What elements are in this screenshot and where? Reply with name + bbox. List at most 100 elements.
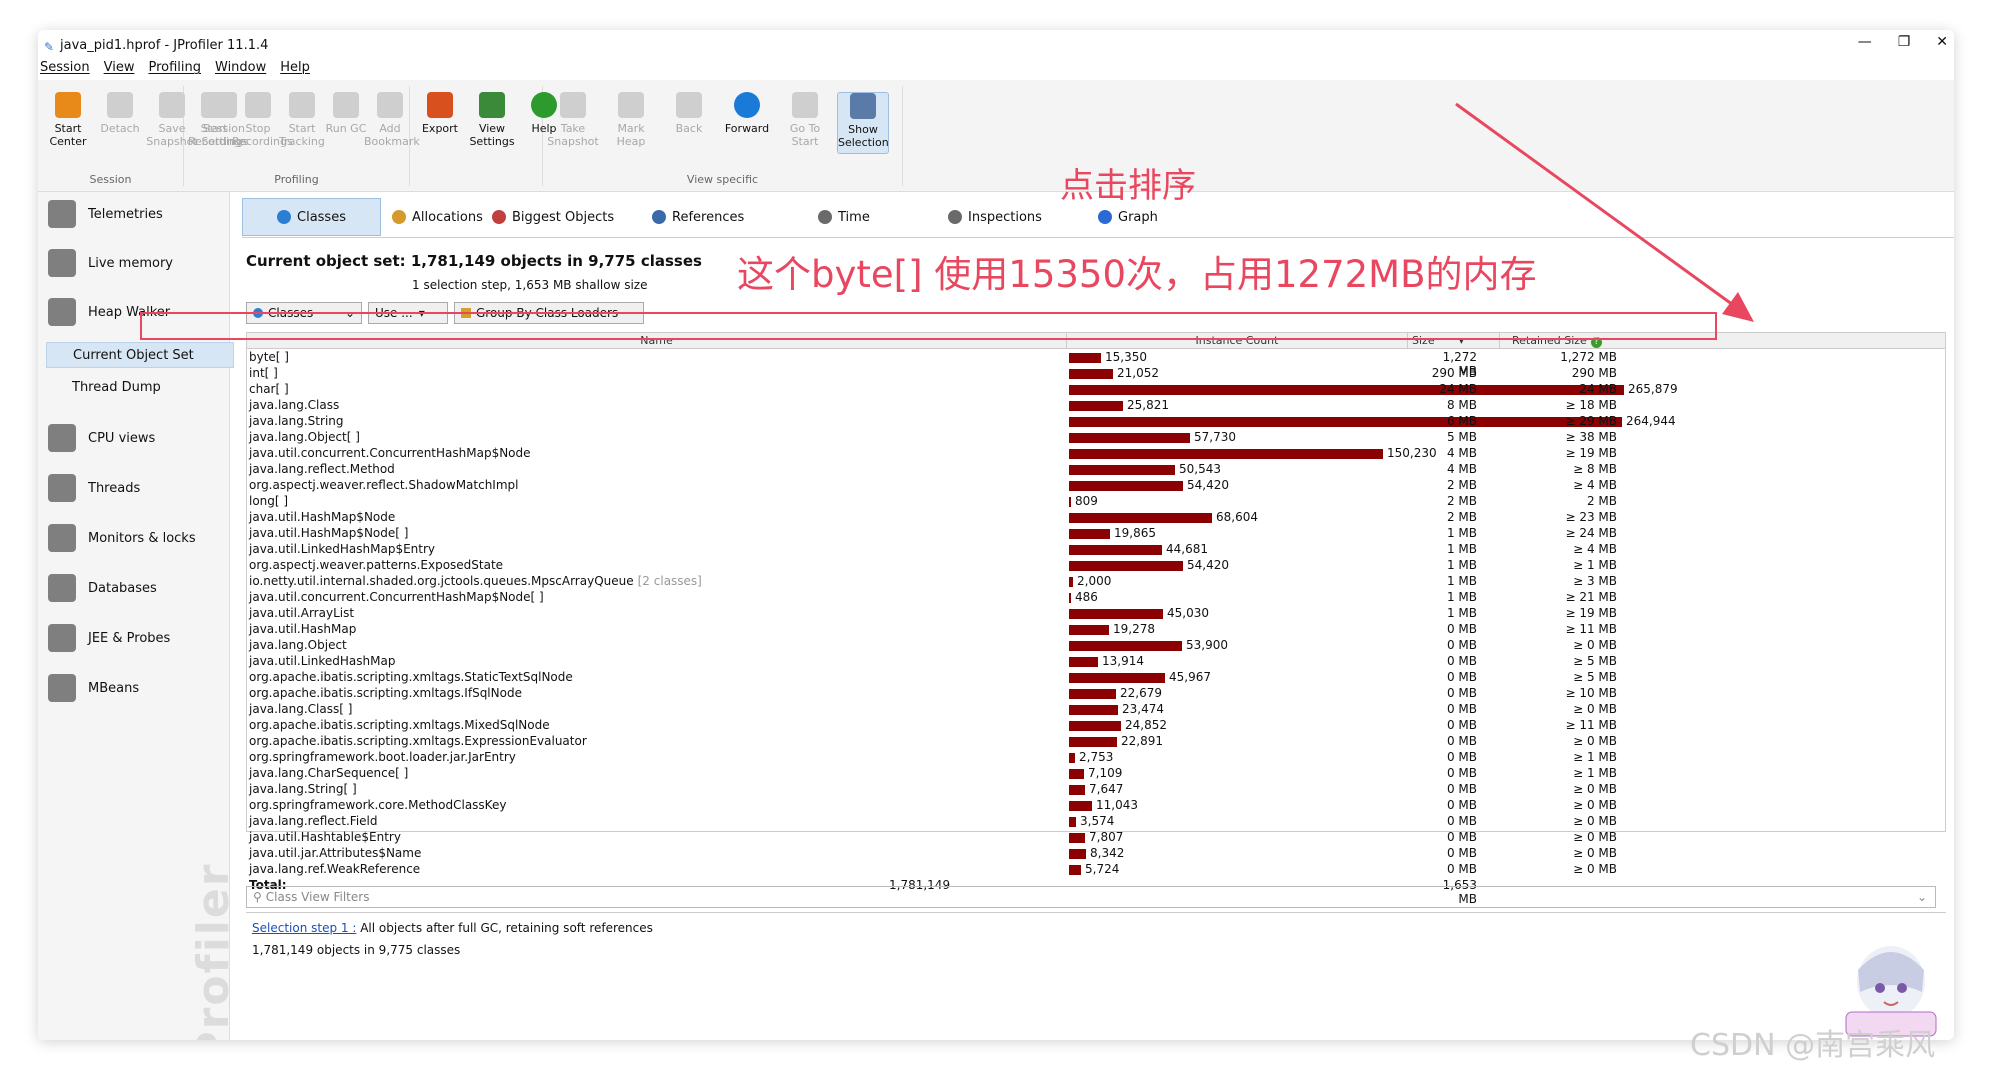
sidebar-item-jee-probes[interactable]: JEE & Probes	[48, 620, 170, 656]
restore-icon[interactable]: ❐	[1898, 34, 1911, 50]
view-settings-button[interactable]: View Settings	[466, 92, 518, 148]
table-row[interactable]: java.lang.Class[ ] 23,474 0 MB ≥ 0 MB	[247, 702, 1945, 718]
instance-count-bar	[1069, 817, 1076, 827]
inspections-icon	[948, 210, 962, 224]
start-recordings-icon	[201, 92, 227, 118]
tab-classes[interactable]: Classes	[242, 198, 381, 236]
show-selection-button[interactable]: Show Selection	[837, 92, 889, 154]
instance-count-bar	[1069, 849, 1086, 859]
table-row[interactable]: java.util.HashMap 19,278 0 MB ≥ 11 MB	[247, 622, 1945, 638]
table-row[interactable]: java.lang.Object 53,900 0 MB ≥ 0 MB	[247, 638, 1945, 654]
class-view-filter-input[interactable]: ⚲ Class View Filters ⌄	[246, 886, 1936, 908]
table-row[interactable]: java.lang.String[ ] 7,647 0 MB ≥ 0 MB	[247, 782, 1945, 798]
selection-step-link[interactable]: Selection step 1 :	[252, 921, 356, 935]
table-row[interactable]: java.util.HashMap$Node 68,604 2 MB ≥ 23 MB	[247, 510, 1945, 526]
tab-time[interactable]: Time	[818, 198, 870, 236]
menu-window[interactable]: Window	[215, 60, 266, 80]
size-value: 1 MB	[1446, 526, 1477, 540]
chevron-down-icon[interactable]: ⌄	[1917, 890, 1927, 904]
instance-count-label: 68,604	[1216, 510, 1258, 524]
sidebar-item-threads[interactable]: Threads	[48, 470, 140, 506]
class-name: java.lang.CharSequence[ ]	[249, 766, 409, 780]
close-icon[interactable]: ✕	[1936, 34, 1948, 50]
tab-allocations[interactable]: Allocations	[392, 198, 483, 236]
sidebar-item-monitors-locks[interactable]: Monitors & locks	[48, 520, 196, 556]
instance-count-bar	[1069, 545, 1162, 555]
mark-heap-button[interactable]: Mark Heap	[605, 92, 657, 148]
class-name: java.lang.String[ ]	[249, 782, 357, 796]
table-row[interactable]: org.apache.ibatis.scripting.xmltags.IfSq…	[247, 686, 1945, 702]
class-name: org.apache.ibatis.scripting.xmltags.Expr…	[249, 734, 587, 748]
table-row[interactable]: java.util.ArrayList 45,030 1 MB ≥ 19 MB	[247, 606, 1945, 622]
class-name: io.netty.util.internal.shaded.org.jctool…	[249, 574, 702, 588]
table-row[interactable]: char[ ] 265,879 24 MB 24 MB	[247, 382, 1945, 398]
sidebar-item-cpu-views[interactable]: CPU views	[48, 420, 155, 456]
menu-session[interactable]: Session	[40, 60, 90, 80]
back-button[interactable]: Back	[663, 92, 715, 135]
table-row[interactable]: java.lang.reflect.Method 50,543 4 MB ≥ 8 MB	[247, 462, 1945, 478]
sidebar-item-mbeans[interactable]: MBeans	[48, 670, 139, 706]
tab-references[interactable]: References	[652, 198, 744, 236]
table-row[interactable]: java.util.HashMap$Node[ ] 19,865 1 MB ≥ 24 …	[247, 526, 1945, 542]
menu-view[interactable]: View	[104, 60, 135, 80]
table-row[interactable]: java.lang.ref.WeakReference 5,724 0 MB ≥ 0 …	[247, 862, 1945, 878]
go-to-start-button[interactable]: Go To Start	[779, 92, 831, 148]
tab-inspections[interactable]: Inspections	[948, 198, 1042, 236]
tab-biggest-objects[interactable]: Biggest Objects	[492, 198, 614, 236]
add-bookmark-button[interactable]: Add Bookmark	[364, 92, 420, 148]
class-name: java.util.LinkedHashMap	[249, 654, 396, 668]
sidebar-item-telemetries[interactable]: Telemetries	[48, 196, 163, 232]
table-row[interactable]: java.util.concurrent.ConcurrentHashMap$N…	[247, 446, 1945, 462]
table-row[interactable]: java.util.Hashtable$Entry 7,807 0 MB ≥ 0 MB	[247, 830, 1945, 846]
table-row[interactable]: java.util.LinkedHashMap 13,914 0 MB ≥ 5 MB	[247, 654, 1945, 670]
table-row[interactable]: java.util.LinkedHashMap$Entry 44,681 1 MB ≥…	[247, 542, 1945, 558]
sidebar-sub-thread-dump[interactable]: Thread Dump	[46, 374, 234, 400]
sidebar-item-live-memory[interactable]: Live memory	[48, 245, 173, 281]
table-row[interactable]: java.lang.reflect.Field 3,574 0 MB ≥ 0 MB	[247, 814, 1945, 830]
graph-icon	[1098, 210, 1112, 224]
class-name: java.util.LinkedHashMap$Entry	[249, 542, 436, 556]
menu-profiling[interactable]: Profiling	[148, 60, 201, 80]
table-row[interactable]: io.netty.util.internal.shaded.org.jctool…	[247, 574, 1945, 590]
sidebar-item-databases[interactable]: Databases	[48, 570, 157, 606]
minimize-icon[interactable]: —	[1858, 34, 1872, 50]
instance-count-label: 22,679	[1120, 686, 1162, 700]
table-row[interactable]: org.springframework.core.MethodClassKey 1…	[247, 798, 1945, 814]
table-row[interactable]: byte[ ] 15,350 1,272 MB 1,272 MB	[247, 350, 1945, 378]
take-snapshot-button[interactable]: Take Snapshot	[547, 92, 599, 148]
table-row[interactable]: org.apache.ibatis.scripting.xmltags.Expr…	[247, 734, 1945, 750]
class-name: long[ ]	[249, 494, 289, 508]
table-row[interactable]: org.aspectj.weaver.reflect.ShadowMatchIm…	[247, 478, 1945, 494]
menu-help[interactable]: Help	[280, 60, 310, 80]
retained-size-value: ≥ 1 MB	[1573, 766, 1617, 780]
classes-icon	[277, 210, 291, 224]
instance-count-label: 2,753	[1079, 750, 1114, 764]
table-row[interactable]: org.apache.ibatis.scripting.xmltags.Mixe…	[247, 718, 1945, 734]
cpu-views-icon	[48, 424, 76, 452]
retained-size-value: ≥ 3 MB	[1573, 574, 1617, 588]
table-row[interactable]: java.util.concurrent.ConcurrentHashMap$N…	[247, 590, 1945, 606]
forward-button[interactable]: Forward	[721, 92, 773, 135]
export-button[interactable]: Export	[414, 92, 466, 135]
instance-count-bar	[1069, 609, 1163, 619]
live-memory-icon	[48, 249, 76, 277]
table-row[interactable]: java.util.jar.Attributes$Name 8,342 0 MB ≥ …	[247, 846, 1945, 862]
table-row[interactable]: org.apache.ibatis.scripting.xmltags.Stat…	[247, 670, 1945, 686]
class-name: java.lang.Class	[249, 398, 340, 412]
table-row[interactable]: org.aspectj.weaver.patterns.ExposedState…	[247, 558, 1945, 574]
table-row[interactable]: long[ ] 809 2 MB 2 MB	[247, 494, 1945, 510]
table-row[interactable]: java.lang.Class 25,821 8 MB ≥ 18 MB	[247, 398, 1945, 414]
instance-count-bar	[1069, 737, 1117, 747]
table-row[interactable]: java.lang.CharSequence[ ] 7,109 0 MB ≥ 1 MB	[247, 766, 1945, 782]
sidebar-sub-current-object-set[interactable]: Current Object Set	[46, 342, 234, 368]
show-selection-icon	[850, 93, 876, 119]
class-name: java.lang.String	[249, 414, 344, 428]
table-row[interactable]: java.lang.String 264,944 6 MB ≥ 29 MB	[247, 414, 1945, 430]
table-row[interactable]: java.lang.Object[ ] 57,730 5 MB ≥ 38 MB	[247, 430, 1945, 446]
table-row[interactable]: org.springframework.boot.loader.jar.JarE…	[247, 750, 1945, 766]
instance-count-bar	[1069, 449, 1383, 459]
detach-button[interactable]: Detach	[94, 92, 146, 135]
table-row[interactable]: int[ ] 21,052 290 MB 290 MB	[247, 366, 1945, 382]
start-center-button[interactable]: Start Center	[42, 92, 94, 148]
class-name: org.apache.ibatis.scripting.xmltags.Mixe…	[249, 718, 550, 732]
